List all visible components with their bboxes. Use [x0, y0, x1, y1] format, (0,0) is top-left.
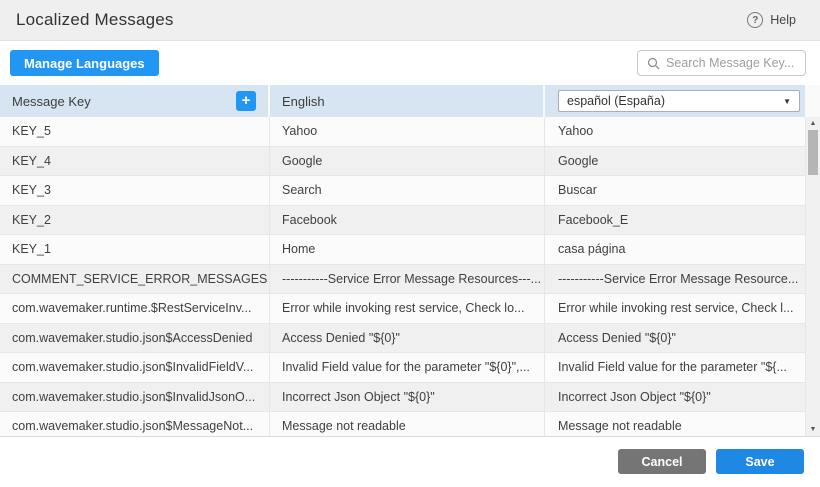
cell-message-key: KEY_2: [0, 206, 270, 235]
manage-languages-button[interactable]: Manage Languages: [10, 50, 159, 76]
cell-english[interactable]: Incorrect Json Object "${0}": [270, 383, 545, 412]
cell-english[interactable]: -----------Service Error Message Resourc…: [270, 265, 545, 294]
cell-english[interactable]: Search: [270, 176, 545, 205]
search-box[interactable]: [637, 50, 806, 76]
cell-english[interactable]: Home: [270, 235, 545, 264]
add-message-key-button[interactable]: +: [236, 91, 256, 111]
column-header-message-key: Message Key +: [0, 85, 270, 117]
table-row: KEY_3 Search Buscar: [0, 176, 805, 206]
table-row: com.wavemaker.runtime.$RestServiceInv...…: [0, 294, 805, 324]
cell-english[interactable]: Facebook: [270, 206, 545, 235]
english-header-label: English: [282, 94, 325, 109]
cell-translation[interactable]: Access Denied "${0}": [545, 324, 805, 353]
cell-translation[interactable]: Yahoo: [545, 117, 805, 146]
table-row: com.wavemaker.studio.json$AccessDenied A…: [0, 324, 805, 354]
cell-english[interactable]: Error while invoking rest service, Check…: [270, 294, 545, 323]
cell-english[interactable]: Yahoo: [270, 117, 545, 146]
cell-translation[interactable]: Facebook_E: [545, 206, 805, 235]
page-title: Localized Messages: [16, 10, 174, 30]
scrollbar-thumb[interactable]: [808, 130, 818, 175]
help-label: Help: [770, 13, 796, 27]
column-header-english: English: [270, 85, 545, 117]
search-input[interactable]: [666, 56, 796, 70]
table-row: KEY_1 Home casa página: [0, 235, 805, 265]
cell-english[interactable]: Google: [270, 147, 545, 176]
cell-message-key: com.wavemaker.studio.json$MessageNot...: [0, 412, 270, 437]
table-body: KEY_5 Yahoo Yahoo KEY_4 Google Google KE…: [0, 117, 820, 437]
cell-message-key: com.wavemaker.studio.json$AccessDenied: [0, 324, 270, 353]
cell-message-key: COMMENT_SERVICE_ERROR_MESSAGES: [0, 265, 270, 294]
table-row: com.wavemaker.studio.json$InvalidJsonO..…: [0, 383, 805, 413]
cell-message-key: com.wavemaker.studio.json$InvalidJsonO..…: [0, 383, 270, 412]
scroll-up-icon[interactable]: ▲: [806, 119, 820, 129]
table-row: KEY_4 Google Google: [0, 147, 805, 177]
language-select[interactable]: español (España) ▼: [558, 90, 800, 112]
cell-translation[interactable]: casa página: [545, 235, 805, 264]
cell-translation[interactable]: Message not readable: [545, 412, 805, 437]
column-header-language: español (España) ▼: [545, 85, 805, 117]
language-select-value: español (España): [567, 94, 665, 108]
cell-translation[interactable]: -----------Service Error Message Resourc…: [545, 265, 805, 294]
plus-icon: +: [242, 92, 251, 110]
help-button[interactable]: ? Help: [747, 12, 796, 28]
cell-message-key: KEY_4: [0, 147, 270, 176]
cell-english[interactable]: Message not readable: [270, 412, 545, 437]
toolbar: Manage Languages: [0, 41, 820, 85]
scroll-down-icon[interactable]: ▼: [806, 425, 820, 435]
footer: Cancel Save: [0, 437, 820, 486]
cell-english[interactable]: Access Denied "${0}": [270, 324, 545, 353]
table-row: com.wavemaker.studio.json$MessageNot... …: [0, 412, 805, 437]
table-row: COMMENT_SERVICE_ERROR_MESSAGES ---------…: [0, 265, 805, 295]
cell-message-key: com.wavemaker.runtime.$RestServiceInv...: [0, 294, 270, 323]
message-key-header-label: Message Key: [12, 94, 91, 109]
table-row: KEY_2 Facebook Facebook_E: [0, 206, 805, 236]
table-body-container: KEY_5 Yahoo Yahoo KEY_4 Google Google KE…: [0, 117, 820, 437]
vertical-scrollbar[interactable]: ▲ ▼: [805, 117, 820, 437]
cell-translation[interactable]: Buscar: [545, 176, 805, 205]
cell-message-key: com.wavemaker.studio.json$InvalidFieldV.…: [0, 353, 270, 382]
table-row: KEY_5 Yahoo Yahoo: [0, 117, 805, 147]
cell-translation[interactable]: Error while invoking rest service, Check…: [545, 294, 805, 323]
table-row: com.wavemaker.studio.json$InvalidFieldV.…: [0, 353, 805, 383]
table-header: Message Key + English español (España) ▼: [0, 85, 820, 117]
cancel-button[interactable]: Cancel: [618, 449, 706, 474]
cell-message-key: KEY_5: [0, 117, 270, 146]
cell-translation[interactable]: Invalid Field value for the parameter "$…: [545, 353, 805, 382]
header-scrollbar-spacer: [805, 85, 820, 117]
cell-message-key: KEY_1: [0, 235, 270, 264]
help-icon: ?: [747, 12, 763, 28]
cell-translation[interactable]: Incorrect Json Object "${0}": [545, 383, 805, 412]
chevron-down-icon: ▼: [783, 97, 791, 106]
titlebar: Localized Messages ? Help: [0, 0, 820, 41]
cell-translation[interactable]: Google: [545, 147, 805, 176]
search-icon: [647, 57, 660, 70]
cell-message-key: KEY_3: [0, 176, 270, 205]
save-button[interactable]: Save: [716, 449, 804, 474]
cell-english[interactable]: Invalid Field value for the parameter "$…: [270, 353, 545, 382]
